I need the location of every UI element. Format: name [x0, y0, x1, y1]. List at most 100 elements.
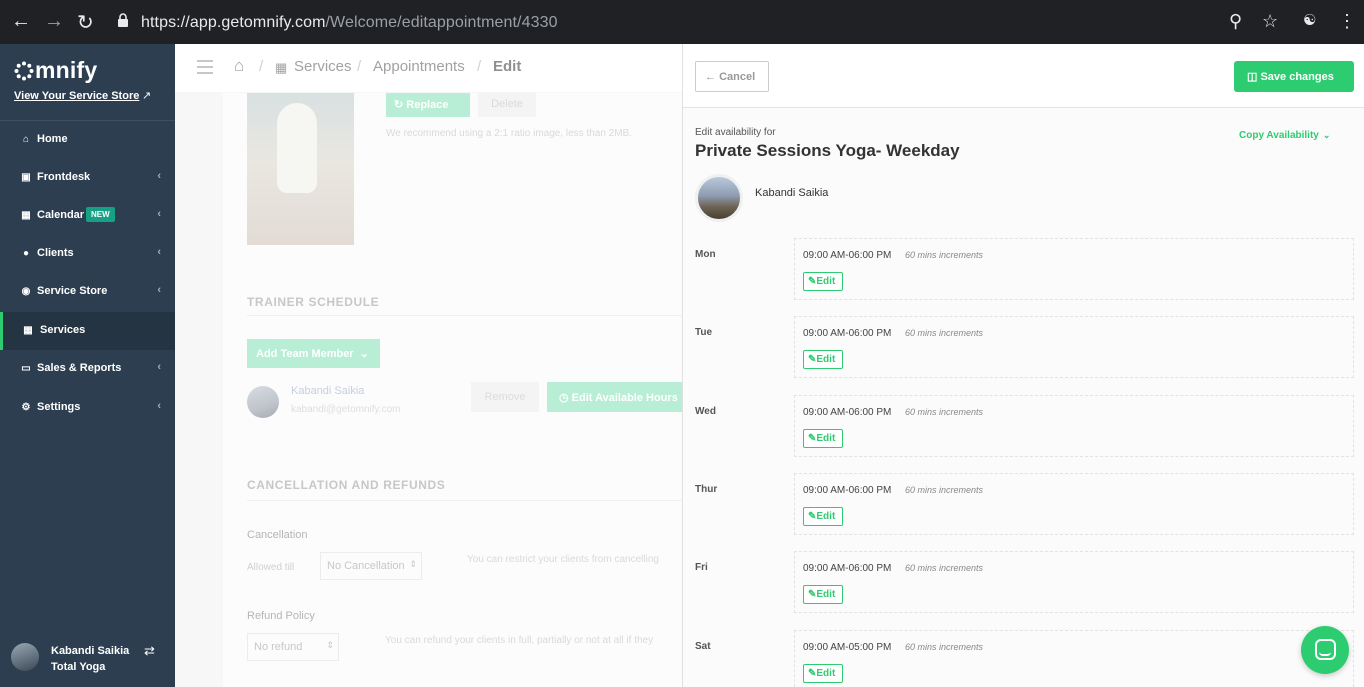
lock-icon [118, 13, 128, 27]
copy-availability-dropdown[interactable]: Copy Availability ⌄ [1239, 130, 1330, 141]
chat-icon [1315, 639, 1336, 660]
edit-availability-label: Edit availability for [695, 127, 776, 138]
slot-increment: 60 mins increments [905, 407, 984, 417]
replace-button[interactable]: ↻ Replace [386, 93, 470, 117]
day-label: Thur [695, 484, 718, 495]
cancellation-section-title: CANCELLATION AND REFUNDS [247, 478, 446, 492]
breadcrumb-appointments[interactable]: Appointments [373, 58, 465, 75]
remove-button[interactable]: Remove [471, 382, 539, 412]
avatar [247, 386, 279, 418]
user-icon: ● [22, 248, 30, 259]
hamburger-menu-icon[interactable] [197, 60, 213, 74]
refund-select[interactable]: No refund ⇕ [247, 633, 339, 661]
chevron-left-icon: ‹ [157, 208, 161, 220]
calendar-icon: ▦ [21, 210, 31, 221]
day-label: Tue [695, 327, 713, 338]
user-profile[interactable]: Kabandi Saikia Total Yoga ⇄ [0, 643, 175, 687]
sidebar-item-service-store[interactable]: ◉ Service Store ‹ [0, 273, 175, 311]
sidebar-item-label: Sales & Reports [37, 362, 122, 374]
sidebar-item-settings[interactable]: ⚙ Settings ‹ [0, 389, 175, 427]
add-team-member-button[interactable]: Add Team Member ⌄ [247, 339, 380, 368]
save-changes-button[interactable]: ◫ Save changes [1234, 61, 1354, 92]
image-hint: We recommend using a 2:1 ratio image, le… [386, 128, 633, 139]
gear-icon: ⚙ [21, 402, 31, 413]
sidebar-item-sales-reports[interactable]: ▭ Sales & Reports ‹ [0, 350, 175, 388]
edit-button[interactable]: ✎Edit [803, 585, 843, 604]
trainer-name: Kabandi Saikia [755, 187, 829, 199]
refund-hint: You can refund your clients in full, par… [385, 635, 654, 646]
edit-button[interactable]: ✎Edit [803, 507, 843, 526]
day-label: Mon [695, 249, 716, 260]
incognito-icon[interactable]: ☯ [1303, 11, 1316, 29]
reload-icon[interactable]: ↻ [77, 10, 94, 35]
chevron-left-icon: ‹ [157, 246, 161, 258]
edit-button[interactable]: ✎Edit [803, 429, 843, 448]
slot-increment: 60 mins increments [905, 485, 984, 495]
forward-arrow-icon[interactable]: → [44, 10, 64, 33]
new-badge: NEW [86, 207, 115, 222]
money-icon: ▭ [21, 363, 31, 374]
edit-button[interactable]: ✎Edit [803, 272, 843, 291]
sidebar-item-services[interactable]: ▦ Services [0, 312, 175, 350]
home-icon[interactable]: ⌂ [234, 56, 244, 76]
availability-slot: 09:00 AM-05:00 PM 60 mins increments ✎Ed… [794, 630, 1354, 687]
chevron-left-icon: ‹ [157, 284, 161, 296]
slot-time: 09:00 AM-06:00 PM [803, 563, 892, 574]
drawer-header: ← Cancel ◫ Save changes [683, 44, 1364, 108]
sidebar-item-frontdesk[interactable]: ▣ Frontdesk ‹ [0, 159, 175, 197]
trainer-schedule-title: TRAINER SCHEDULE [247, 295, 380, 309]
breadcrumb-separator: / [357, 58, 362, 75]
cancellation-select[interactable]: No Cancellation ⇕ [320, 552, 422, 580]
breadcrumb-separator: / [259, 58, 264, 75]
view-service-store-link[interactable]: View Your Service Store [14, 90, 139, 102]
sidebar-item-home[interactable]: ⌂ Home [0, 121, 175, 159]
sidebar-item-label: Settings [37, 401, 81, 413]
edit-button[interactable]: ✎Edit [803, 664, 843, 683]
section-divider [247, 500, 682, 501]
edit-available-hours-button[interactable]: ◷ Edit Available Hours [547, 382, 682, 412]
menu-dots-icon[interactable]: ⋮ [1338, 11, 1356, 32]
service-title: Private Sessions Yoga- Weekday [695, 141, 960, 160]
sidebar-item-clients[interactable]: ● Clients ‹ [0, 235, 175, 273]
cancel-button[interactable]: ← Cancel [695, 61, 769, 92]
external-link-icon[interactable]: ↗ [142, 89, 151, 102]
day-label: Sat [695, 641, 711, 652]
sidebar-item-label: Services [40, 324, 86, 336]
sidebar-item-label: Frontdesk [37, 171, 91, 183]
team-member-name[interactable]: Kabandi Saikia [291, 385, 364, 397]
availability-slot: 09:00 AM-06:00 PM 60 mins increments ✎Ed… [794, 238, 1354, 300]
slot-increment: 60 mins increments [905, 563, 984, 573]
grid-icon: ▦ [275, 60, 288, 75]
back-arrow-icon[interactable]: ← [11, 10, 31, 33]
slot-time: 09:00 AM-06:00 PM [803, 407, 892, 418]
avatar [11, 643, 39, 671]
user-org: Total Yoga [51, 661, 106, 673]
chevron-left-icon: ‹ [157, 400, 161, 412]
service-image [247, 93, 354, 245]
omnify-logo[interactable]: mnify [14, 57, 97, 84]
slot-time: 09:00 AM-06:00 PM [803, 250, 892, 261]
delete-button[interactable]: Delete [478, 93, 536, 117]
sidebar-item-label: Clients [37, 247, 74, 259]
slot-increment: 60 mins increments [905, 642, 984, 652]
star-icon[interactable]: ☆ [1262, 11, 1278, 32]
home-icon: ⌂ [22, 134, 30, 145]
chevron-left-icon: ‹ [157, 361, 161, 373]
chat-launcher-button[interactable] [1301, 626, 1349, 674]
day-label: Wed [695, 406, 716, 417]
zoom-icon[interactable]: ⚲ [1229, 11, 1242, 32]
select-arrows-icon: ⇕ [326, 640, 334, 650]
grid-icon: ▦ [23, 325, 33, 336]
sidebar-item-calendar[interactable]: ▦ Calendar NEW ‹ [0, 197, 175, 235]
availability-slot: 09:00 AM-06:00 PM 60 mins increments ✎Ed… [794, 551, 1354, 613]
sidebar-item-label: Home [37, 133, 68, 145]
section-divider [247, 315, 682, 316]
url-text[interactable]: https://app.getomnify.com/Welcome/editap… [141, 14, 558, 32]
globe-icon: ◉ [21, 286, 31, 297]
breadcrumb-services[interactable]: Services [294, 58, 352, 75]
switch-account-icon[interactable]: ⇄ [144, 643, 155, 659]
select-arrows-icon: ⇕ [409, 559, 417, 569]
sidebar-item-label: Service Store [37, 285, 108, 297]
edit-button[interactable]: ✎Edit [803, 350, 843, 369]
slot-time: 09:00 AM-06:00 PM [803, 485, 892, 496]
